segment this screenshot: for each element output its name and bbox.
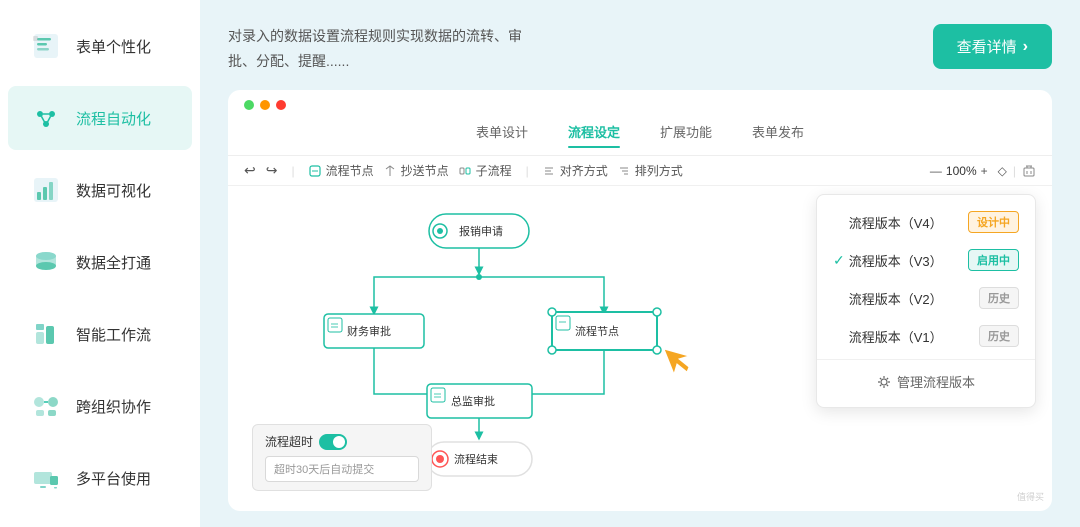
manage-versions-button[interactable]: 管理流程版本	[817, 364, 1035, 399]
db-icon	[28, 244, 64, 280]
form-icon	[28, 28, 64, 64]
chevron-right-icon: ›	[1023, 38, 1028, 56]
version-v3-row[interactable]: ✓ 流程版本（V3） 启用中	[817, 241, 1035, 279]
align-button[interactable]: 对齐方式	[543, 162, 608, 179]
svg-text:财务审批: 财务审批	[347, 324, 391, 338]
watermark: 值得买	[1017, 490, 1044, 503]
sidebar-item-label: 数据可视化	[76, 180, 151, 201]
sidebar-item-form-personalization[interactable]: 表单个性化	[8, 14, 192, 78]
undo-button[interactable]: ↩	[244, 162, 256, 179]
reset-button[interactable]: ◇	[998, 164, 1007, 178]
card-tabs: 表单设计 流程设定 扩展功能 表单发布	[228, 118, 1052, 156]
sub-flow-button[interactable]: 子流程	[459, 162, 512, 179]
dot-red	[276, 100, 286, 110]
flow-area: 报销申请 财务审批	[228, 186, 1052, 511]
timeout-input[interactable]: 超时30天后自动提交	[265, 456, 419, 482]
sidebar-item-multi-platform[interactable]: 多平台使用	[8, 446, 192, 510]
smart-icon	[28, 316, 64, 352]
version-dropdown: ✓ 流程版本（V4） 设计中 ✓ 流程版本（V3） 启用中 ✓ 流程版本（V2）…	[816, 194, 1036, 408]
sidebar-item-label: 跨组织协作	[76, 396, 151, 417]
sidebar-item-data-visualization[interactable]: 数据可视化	[8, 158, 192, 222]
zoom-plus-button[interactable]: +	[981, 164, 988, 178]
sidebar: 表单个性化 流程自动化 数据可视化	[0, 0, 200, 527]
manage-label: 管理流程版本	[897, 372, 975, 391]
tab-form-design[interactable]: 表单设计	[476, 122, 528, 147]
sidebar-item-label: 智能工作流	[76, 324, 151, 345]
copy-node-button[interactable]: 抄送节点	[384, 162, 449, 179]
detail-button[interactable]: 查看详情 ›	[933, 24, 1052, 69]
timeout-toggle[interactable]	[319, 434, 347, 450]
dot-orange	[260, 100, 270, 110]
version-v2-row[interactable]: ✓ 流程版本（V2） 历史	[817, 279, 1035, 317]
top-section: 对录入的数据设置流程规则实现数据的流转、审 批、分配、提醒...... 查看详情…	[228, 24, 1052, 74]
svg-text:报销申请: 报销申请	[459, 224, 503, 238]
dot-green	[244, 100, 254, 110]
delete-button[interactable]	[1022, 164, 1036, 178]
data-icon	[28, 172, 64, 208]
sidebar-item-label: 表单个性化	[76, 36, 151, 57]
svg-text:流程结束: 流程结束	[454, 452, 498, 466]
version-v3-badge: 启用中	[968, 249, 1019, 271]
sidebar-item-label: 多平台使用	[76, 468, 151, 489]
version-v1-badge: 历史	[979, 325, 1019, 347]
flow-node-button[interactable]: 流程节点	[309, 162, 374, 179]
cross-icon	[28, 388, 64, 424]
detail-button-label: 查看详情	[957, 36, 1017, 57]
timeout-box: 流程超时 超时30天后自动提交	[252, 424, 432, 491]
tab-extend-features[interactable]: 扩展功能	[660, 122, 712, 147]
sidebar-item-data-connect[interactable]: 数据全打通	[8, 230, 192, 294]
main-content: 对录入的数据设置流程规则实现数据的流转、审 批、分配、提醒...... 查看详情…	[200, 0, 1080, 527]
tab-form-publish[interactable]: 表单发布	[752, 122, 804, 147]
sidebar-item-smart-workflow[interactable]: 智能工作流	[8, 302, 192, 366]
check-icon: ✓	[833, 252, 845, 269]
multi-icon	[28, 460, 64, 496]
version-v1-row[interactable]: ✓ 流程版本（V1） 历史	[817, 317, 1035, 355]
version-v4-badge: 设计中	[968, 211, 1019, 233]
flow-icon	[28, 100, 64, 136]
sort-button[interactable]: 排列方式	[618, 162, 683, 179]
version-v2-badge: 历史	[979, 287, 1019, 309]
sidebar-item-label: 流程自动化	[76, 108, 151, 129]
sidebar-item-flow-automation[interactable]: 流程自动化	[8, 86, 192, 150]
svg-text:流程节点: 流程节点	[575, 324, 619, 338]
description: 对录入的数据设置流程规则实现数据的流转、审 批、分配、提醒......	[228, 24, 522, 74]
redo-button[interactable]: ↪	[266, 162, 278, 179]
zoom-control: — 100% + ◇ |	[930, 164, 1036, 178]
timeout-label: 流程超时	[265, 433, 313, 450]
zoom-value: 100%	[946, 164, 977, 178]
version-v4-row[interactable]: ✓ 流程版本（V4） 设计中	[817, 203, 1035, 241]
gear-icon	[877, 375, 891, 389]
tab-flow-settings[interactable]: 流程设定	[568, 122, 620, 147]
main-card: 表单设计 流程设定 扩展功能 表单发布 ↩ ↪ | 流程节点 抄送节点	[228, 90, 1052, 511]
sidebar-item-label: 数据全打通	[76, 252, 151, 273]
flow-toolbar: ↩ ↪ | 流程节点 抄送节点 子流程 | 对齐方式 排列方式	[228, 156, 1052, 186]
sidebar-item-cross-org[interactable]: 跨组织协作	[8, 374, 192, 438]
zoom-minus-button[interactable]: —	[930, 164, 942, 178]
svg-text:总监审批: 总监审批	[451, 394, 495, 408]
window-dots	[228, 90, 1052, 118]
